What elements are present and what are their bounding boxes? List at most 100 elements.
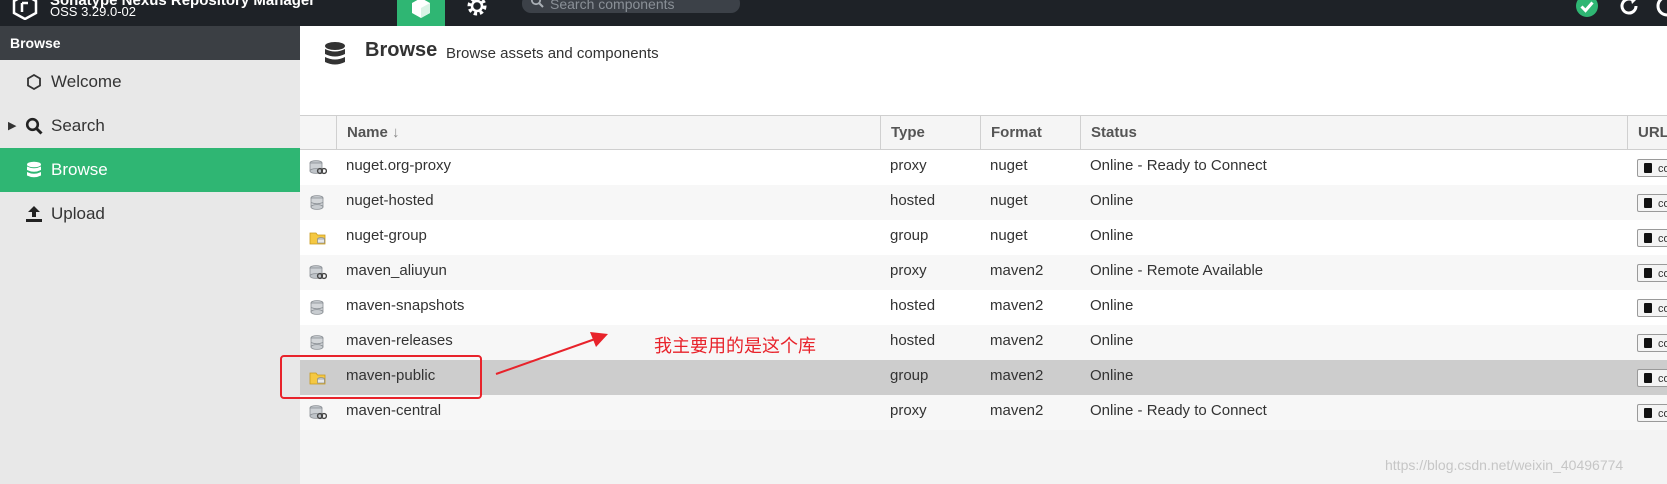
repo-name-cell: nuget-hosted <box>346 192 434 209</box>
repo-type-cell: proxy <box>890 157 927 174</box>
copy-url-button[interactable]: copy <box>1637 264 1667 282</box>
table-body: nuget.org-proxy proxy nuget Online - Ready … <box>300 150 1667 430</box>
copy-url-button[interactable]: copy <box>1637 194 1667 212</box>
clipboard-icon <box>1644 163 1652 173</box>
cube-icon <box>412 0 430 18</box>
repo-status-cell: Online <box>1090 192 1134 209</box>
column-header-status[interactable]: Status <box>1080 116 1627 149</box>
repo-format-cell: maven2 <box>990 367 1044 384</box>
sidebar-item-label: Upload <box>51 204 105 223</box>
repo-name-cell: nuget.org-proxy <box>346 157 452 174</box>
column-header-type[interactable]: Type <box>880 116 980 149</box>
sidebar-item-upload[interactable]: Upload <box>0 192 300 236</box>
gear-icon[interactable] <box>465 0 489 18</box>
column-header-name-label: Name <box>347 124 388 141</box>
copy-label: copy <box>1658 268 1667 280</box>
copy-label: copy <box>1658 338 1667 350</box>
proxy-repo-icon <box>309 255 329 290</box>
group-repo-icon <box>309 220 329 255</box>
hexagon-icon <box>24 60 44 104</box>
sidebar-item-label: Search <box>51 116 105 135</box>
table-row[interactable]: nuget-hosted hosted nuget Online copy <box>300 185 1667 220</box>
sidebar-item-browse[interactable]: Browse <box>0 148 300 192</box>
repo-format-cell: nuget <box>990 157 1028 174</box>
clipboard-icon <box>1644 338 1652 348</box>
copy-url-button[interactable]: copy <box>1637 159 1667 177</box>
copy-label: copy <box>1658 198 1667 210</box>
repo-status-cell: Online - Ready to Connect <box>1090 402 1267 419</box>
page-header: Browse Browse assets and components <box>300 26 1667 115</box>
repo-type-cell: hosted <box>890 192 936 209</box>
annotation-note: 我主要用的是这个库 <box>654 336 816 356</box>
repo-status-cell: Online <box>1090 297 1134 314</box>
column-header-url[interactable]: URL <box>1627 116 1667 149</box>
copy-label: copy <box>1658 373 1667 385</box>
repo-name-cell: maven-central <box>346 402 442 419</box>
repo-name-cell: nuget-group <box>346 227 427 244</box>
clipboard-icon <box>1644 233 1652 243</box>
annotation-arrow-icon <box>495 332 608 375</box>
page-title: Browse <box>365 39 438 61</box>
database-icon <box>325 42 345 65</box>
copy-label: copy <box>1658 303 1667 315</box>
table-row[interactable]: nuget-group group nuget Online copy <box>300 220 1667 255</box>
search-box[interactable] <box>522 0 740 13</box>
copy-url-button[interactable]: copy <box>1637 229 1667 247</box>
repo-type-cell: hosted <box>890 332 936 349</box>
table-row[interactable]: maven_aliuyun proxy maven2 Online - Remote … <box>300 255 1667 290</box>
clipboard-icon <box>1644 303 1652 313</box>
user-icon[interactable] <box>1655 0 1667 18</box>
copy-label: copy <box>1658 233 1667 245</box>
search-icon <box>530 0 544 8</box>
sort-down-icon: ↓ <box>392 124 400 141</box>
copy-label: copy <box>1658 163 1667 175</box>
repository-table: Name ↓ Type Format Status URL nuget.org-… <box>300 115 1667 430</box>
main-content: Browse Browse assets and components Name… <box>300 26 1667 484</box>
table-row[interactable]: maven-central proxy maven2 Online - Ready t… <box>300 395 1667 430</box>
hosted-repo-icon <box>309 185 329 220</box>
repo-format-cell: maven2 <box>990 332 1044 349</box>
sidebar-item-welcome[interactable]: Welcome <box>0 60 300 104</box>
product-version: OSS 3.29.0-02 <box>50 4 136 19</box>
repo-status-cell: Online - Remote Available <box>1090 262 1264 279</box>
repo-format-cell: maven2 <box>990 402 1044 419</box>
top-bar: Sonatype Nexus Repository Manager OSS 3.… <box>0 0 1667 26</box>
column-header-format[interactable]: Format <box>980 116 1080 149</box>
refresh-icon[interactable] <box>1617 0 1641 18</box>
repo-status-cell: Online <box>1090 227 1134 244</box>
table-header: Name ↓ Type Format Status URL <box>300 115 1667 150</box>
proxy-repo-icon <box>309 395 329 430</box>
hosted-repo-icon <box>309 290 329 325</box>
sidebar-item-search[interactable]: ▶ Search <box>0 104 300 148</box>
table-row[interactable]: nuget.org-proxy proxy nuget Online - Ready … <box>300 150 1667 185</box>
clipboard-icon <box>1644 198 1652 208</box>
copy-url-button[interactable]: copy <box>1637 404 1667 422</box>
nexus-logo-icon[interactable] <box>12 0 38 20</box>
copy-url-button[interactable]: copy <box>1637 299 1667 317</box>
search-input[interactable] <box>548 0 737 13</box>
upload-icon <box>24 192 44 236</box>
repo-name-cell: maven_aliuyun <box>346 262 447 279</box>
status-ok-icon[interactable] <box>1575 0 1599 18</box>
expand-caret-icon[interactable]: ▶ <box>8 104 16 148</box>
repo-format-cell: maven2 <box>990 262 1044 279</box>
repo-status-cell: Online <box>1090 367 1134 384</box>
clipboard-icon <box>1644 408 1652 418</box>
repo-type-cell: group <box>890 227 929 244</box>
page-subtitle: Browse assets and components <box>446 45 659 62</box>
copy-url-button[interactable]: copy <box>1637 369 1667 387</box>
annotation-highlight-box <box>280 355 482 399</box>
clipboard-icon <box>1644 268 1652 278</box>
table-row[interactable]: maven-snapshots hosted maven2 Online copy <box>300 290 1667 325</box>
browse-mode-button[interactable] <box>397 0 445 26</box>
repo-format-cell: nuget <box>990 227 1028 244</box>
watermark: https://blog.csdn.net/weixin_40496774 <box>1385 457 1624 473</box>
repo-status-cell: Online - Ready to Connect <box>1090 157 1267 174</box>
copy-url-button[interactable]: copy <box>1637 334 1667 352</box>
repo-type-cell: hosted <box>890 297 936 314</box>
column-header-name[interactable]: Name ↓ <box>336 116 880 149</box>
search-icon <box>24 104 44 148</box>
proxy-repo-icon <box>309 150 329 185</box>
repo-name-cell: maven-snapshots <box>346 297 465 314</box>
sidebar-header: Browse <box>0 26 300 60</box>
